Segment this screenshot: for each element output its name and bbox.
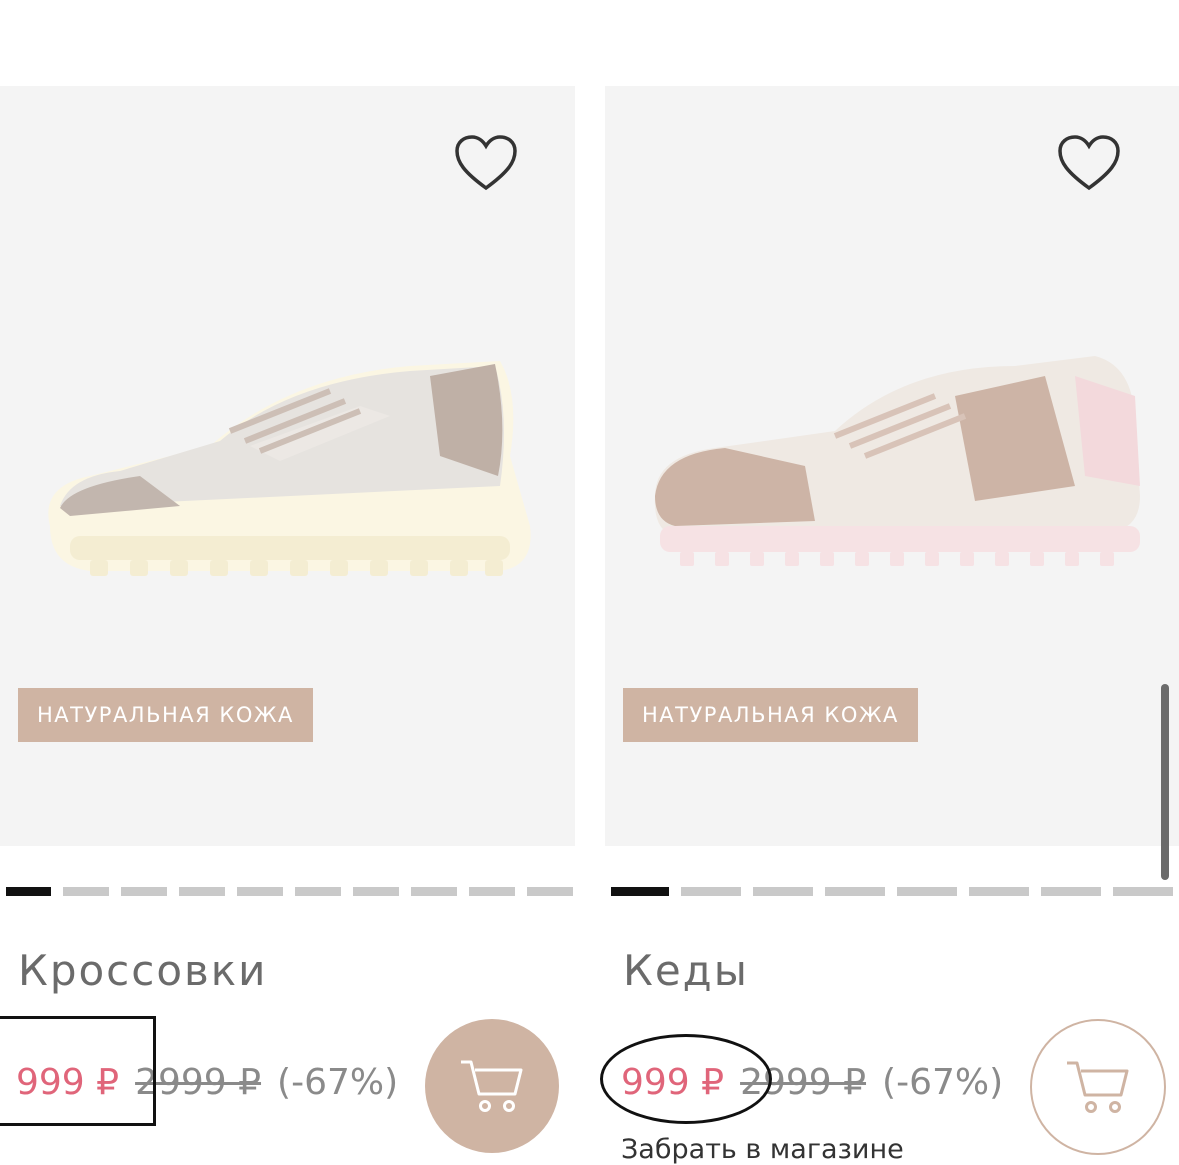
sneaker-image xyxy=(654,356,1140,566)
product-card-sneakers-low[interactable]: НАТУРАЛЬНАЯ КОЖА Кеды 999 ₽ 2999 ₽ (-67%… xyxy=(605,86,1179,1165)
product-title[interactable]: Кеды xyxy=(623,946,749,995)
sneaker-image xyxy=(48,361,531,576)
pagination-dot[interactable] xyxy=(63,887,109,896)
pagination-dot[interactable] xyxy=(969,887,1029,896)
product-title[interactable]: Кроссовки xyxy=(18,946,267,995)
heart-outline-icon[interactable] xyxy=(1057,134,1121,192)
material-badge: НАТУРАЛЬНАЯ КОЖА xyxy=(18,688,313,742)
pagination-dot[interactable] xyxy=(411,887,457,896)
scrollbar[interactable] xyxy=(1161,684,1169,880)
store-pickup-link[interactable]: Забрать в магазине xyxy=(621,1134,904,1165)
pagination-dot[interactable] xyxy=(295,887,341,896)
pagination-dot[interactable] xyxy=(179,887,225,896)
product-image[interactable]: НАТУРАЛЬНАЯ КОЖА xyxy=(0,86,575,846)
pagination-dot[interactable] xyxy=(527,887,573,896)
annotation-rectangle xyxy=(0,1016,156,1126)
pagination-dot[interactable] xyxy=(237,887,283,896)
pagination-dot[interactable] xyxy=(121,887,167,896)
pagination-dot[interactable] xyxy=(753,887,813,896)
product-image[interactable]: НАТУРАЛЬНАЯ КОЖА xyxy=(605,86,1179,846)
material-badge: НАТУРАЛЬНАЯ КОЖА xyxy=(623,688,918,742)
discount-percent: (-67%) xyxy=(882,1062,1004,1103)
pagination-dot-active[interactable] xyxy=(611,887,669,896)
image-pagination xyxy=(6,887,573,896)
heart-outline-icon[interactable] xyxy=(454,134,518,192)
pagination-dot-active[interactable] xyxy=(6,887,51,896)
add-to-cart-button[interactable] xyxy=(1030,1019,1166,1155)
pagination-dot[interactable] xyxy=(1041,887,1101,896)
pagination-dot[interactable] xyxy=(681,887,741,896)
discount-percent: (-67%) xyxy=(277,1062,399,1103)
cart-icon xyxy=(1067,1061,1129,1113)
pagination-dot[interactable] xyxy=(897,887,957,896)
pagination-dot[interactable] xyxy=(353,887,399,896)
pagination-dot[interactable] xyxy=(825,887,885,896)
cart-icon xyxy=(461,1060,523,1112)
image-pagination xyxy=(611,887,1173,896)
pagination-dot[interactable] xyxy=(469,887,515,896)
pagination-dot[interactable] xyxy=(1113,887,1173,896)
add-to-cart-button[interactable] xyxy=(425,1019,559,1153)
product-card-sneakers[interactable]: НАТУРАЛЬНАЯ КОЖА Кроссовки 999 ₽ 2999 ₽ … xyxy=(0,86,575,1156)
annotation-ellipse xyxy=(600,1034,772,1124)
